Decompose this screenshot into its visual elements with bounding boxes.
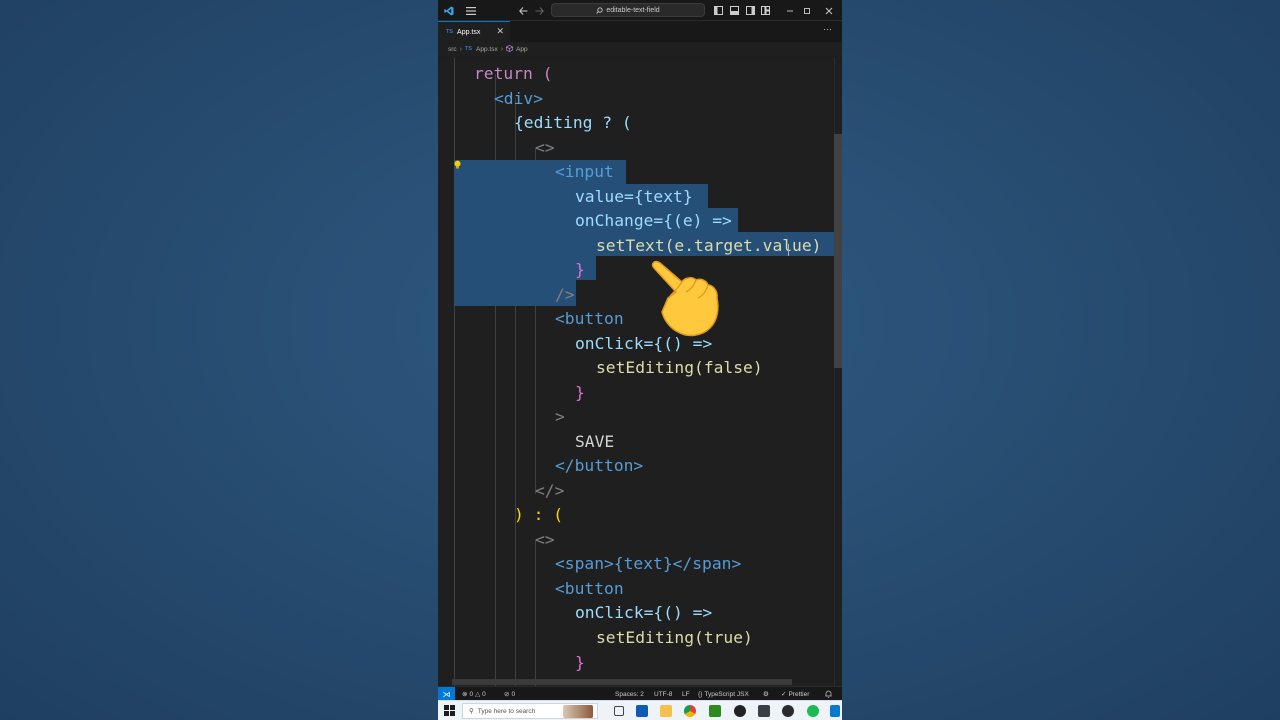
error-count: 0 <box>469 690 474 698</box>
code-line: setEditing(false) <box>596 358 763 377</box>
lightbulb-icon[interactable] <box>453 160 462 169</box>
code-line: <> <box>535 530 555 549</box>
app-icon[interactable] <box>758 705 770 717</box>
title-bar: editable-text-field <box>438 0 842 21</box>
tab-app-tsx[interactable]: TS App.tsx ✕ <box>438 21 510 42</box>
vscode-window: editable-text-field TS App.tsx ✕ ··· src… <box>438 0 842 720</box>
close-window-icon[interactable] <box>823 3 835 18</box>
code-line: {editing ? ( <box>514 113 632 132</box>
remote-icon[interactable]: ⋊ <box>438 687 455 701</box>
tab-label: App.tsx <box>457 28 481 36</box>
code-line: onChange={(e) => <box>575 211 732 230</box>
app-icon[interactable] <box>782 705 794 717</box>
warning-icon: △ <box>475 691 481 698</box>
more-icon[interactable]: ··· <box>823 24 832 34</box>
minimize-icon[interactable] <box>784 3 796 18</box>
vscode-taskbar-icon[interactable] <box>830 705 840 717</box>
pointing-hand-icon <box>651 260 719 337</box>
search-icon: ⚲ <box>469 708 474 715</box>
file-explorer-icon[interactable] <box>660 705 672 717</box>
encoding-indicator[interactable]: UTF-8 <box>654 687 672 701</box>
settings-gear-icon[interactable]: ⚙ <box>763 687 769 701</box>
chevron-right-icon: › <box>500 45 504 53</box>
search-icon <box>596 6 603 14</box>
maximize-icon[interactable] <box>801 3 813 18</box>
toggle-sidebar-icon[interactable] <box>713 3 724 18</box>
editor-tab-bar: TS App.tsx ✕ ··· <box>438 21 842 42</box>
code-line: SAVE <box>575 432 615 451</box>
github-icon[interactable] <box>734 705 746 717</box>
code-editor[interactable]: return ( <div> {editing ? ( <> <input va… <box>438 58 842 686</box>
breadcrumb-file[interactable]: App.tsx <box>476 46 498 53</box>
symbol-cube-icon <box>506 44 514 54</box>
code-line: <input <box>555 162 614 181</box>
prettier-indicator[interactable]: ✓ Prettier <box>781 687 809 701</box>
code-line: </> <box>535 481 565 500</box>
breadcrumb-symbol[interactable]: App <box>516 46 528 53</box>
text-cursor-icon <box>788 244 789 256</box>
status-bar: ⋊ ⊗ 0 △ 0 ⊘ 0 Spaces: 2 UTF-8 LF {} Type… <box>438 686 842 701</box>
breadcrumb: src › TS App.tsx › App <box>438 42 842 56</box>
command-center-search[interactable]: editable-text-field <box>551 3 705 17</box>
antenna-icon: ⊘ <box>504 691 510 698</box>
code-line: } <box>575 653 585 672</box>
windows-start-icon[interactable] <box>444 705 455 716</box>
horse-search-highlight-icon <box>563 705 593 718</box>
code-line: } <box>575 383 585 402</box>
code-line: ) : ( <box>514 505 564 524</box>
problems-indicator[interactable]: ⊗ 0 △ 0 <box>462 687 486 701</box>
horizontal-scrollbar[interactable] <box>452 679 792 685</box>
code-line: onClick={() => <box>575 603 713 622</box>
code-line: </button> <box>555 456 644 475</box>
code-line: value={text} <box>575 187 693 206</box>
breadcrumb-folder[interactable]: src <box>448 46 457 53</box>
taskbar-search-placeholder: Type here to search <box>477 707 536 715</box>
code-line: <div> <box>494 89 544 108</box>
ports-indicator[interactable]: ⊘ 0 <box>504 687 515 701</box>
close-icon[interactable]: ✕ <box>496 26 504 37</box>
code-line: > <box>555 407 565 426</box>
braces-icon: {} <box>698 690 703 698</box>
code-line: setText(e.target.value) <box>596 236 822 255</box>
back-arrow-icon[interactable] <box>517 3 529 18</box>
customize-layout-icon[interactable] <box>760 3 771 18</box>
indentation-indicator[interactable]: Spaces: 2 <box>615 687 644 701</box>
vscode-logo-icon[interactable] <box>442 3 456 18</box>
chevron-right-icon: › <box>459 45 463 53</box>
code-line: setEditing(true) <box>596 628 753 647</box>
bell-icon[interactable] <box>825 687 832 701</box>
taskbar-search[interactable]: ⚲ Type here to search <box>462 703 598 719</box>
nvidia-icon[interactable] <box>709 705 721 717</box>
spotify-icon[interactable] <box>807 705 819 717</box>
indent-guide <box>535 540 536 686</box>
ports-count: 0 <box>511 690 516 698</box>
toggle-secondary-sidebar-icon[interactable] <box>745 3 756 18</box>
code-line: <> <box>535 138 555 157</box>
warning-count: 0 <box>482 690 486 698</box>
scrollbar-thumb[interactable] <box>834 134 842 368</box>
eol-indicator[interactable]: LF <box>682 687 690 701</box>
command-center-text: editable-text-field <box>606 6 660 14</box>
code-line: <span>{text}</span> <box>555 554 742 573</box>
code-line: <button <box>555 579 624 598</box>
menu-icon[interactable] <box>464 3 478 18</box>
language-mode-indicator[interactable]: {} TypeScript JSX <box>698 687 749 701</box>
mail-app-icon[interactable] <box>636 705 648 717</box>
indent-guide <box>454 58 455 686</box>
typescript-file-icon: TS <box>465 46 473 52</box>
chrome-icon[interactable] <box>684 705 696 717</box>
task-view-icon[interactable] <box>614 706 624 716</box>
windows-taskbar: ⚲ Type here to search <box>438 700 842 720</box>
typescript-file-icon: TS <box>446 29 454 35</box>
code-line: return ( <box>474 64 553 83</box>
toggle-panel-icon[interactable] <box>729 3 740 18</box>
check-icon: ✓ <box>781 691 787 698</box>
forward-arrow-icon[interactable] <box>533 3 545 18</box>
error-icon: ⊗ <box>462 691 468 698</box>
